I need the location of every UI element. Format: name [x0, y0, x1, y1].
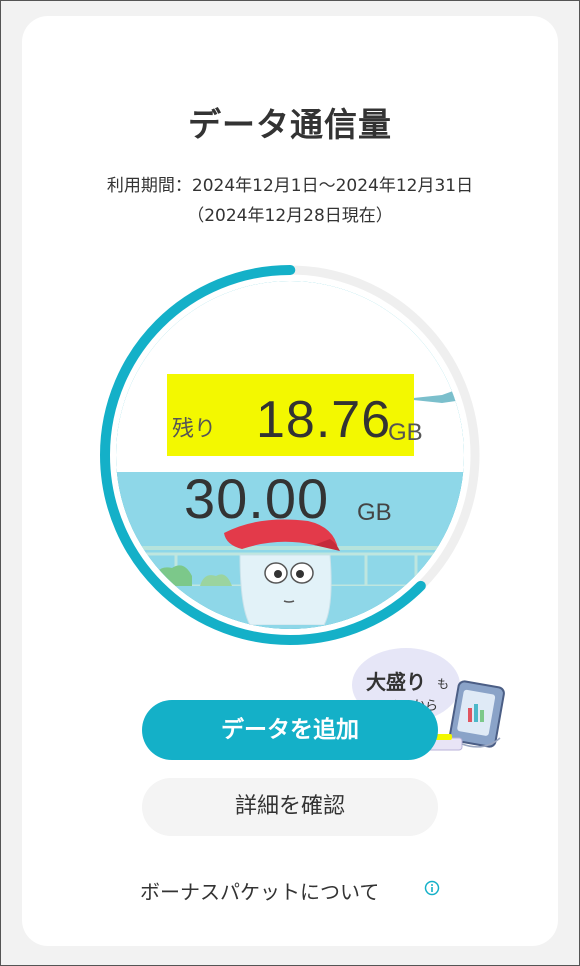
- mascot-icon: [224, 519, 340, 625]
- as-of-date: （2024年12月28日現在）: [187, 206, 393, 226]
- bonus-packet-link[interactable]: ボーナスパケットについて: [140, 876, 379, 905]
- view-details-button[interactable]: 詳細を確認: [142, 778, 438, 836]
- promo-main-text: 大盛り: [366, 670, 426, 694]
- add-data-button[interactable]: データを追加: [142, 700, 438, 760]
- info-icon[interactable]: [424, 880, 440, 896]
- usage-period: 利用期間：2024年12月1日〜2024年12月31日: [106, 176, 474, 196]
- remaining-label: 残り: [172, 417, 217, 442]
- total-unit: GB: [357, 499, 392, 526]
- remaining-unit: GB: [388, 419, 423, 446]
- remaining-value: 18.76: [256, 391, 392, 449]
- page-title: データ通信量: [188, 105, 392, 144]
